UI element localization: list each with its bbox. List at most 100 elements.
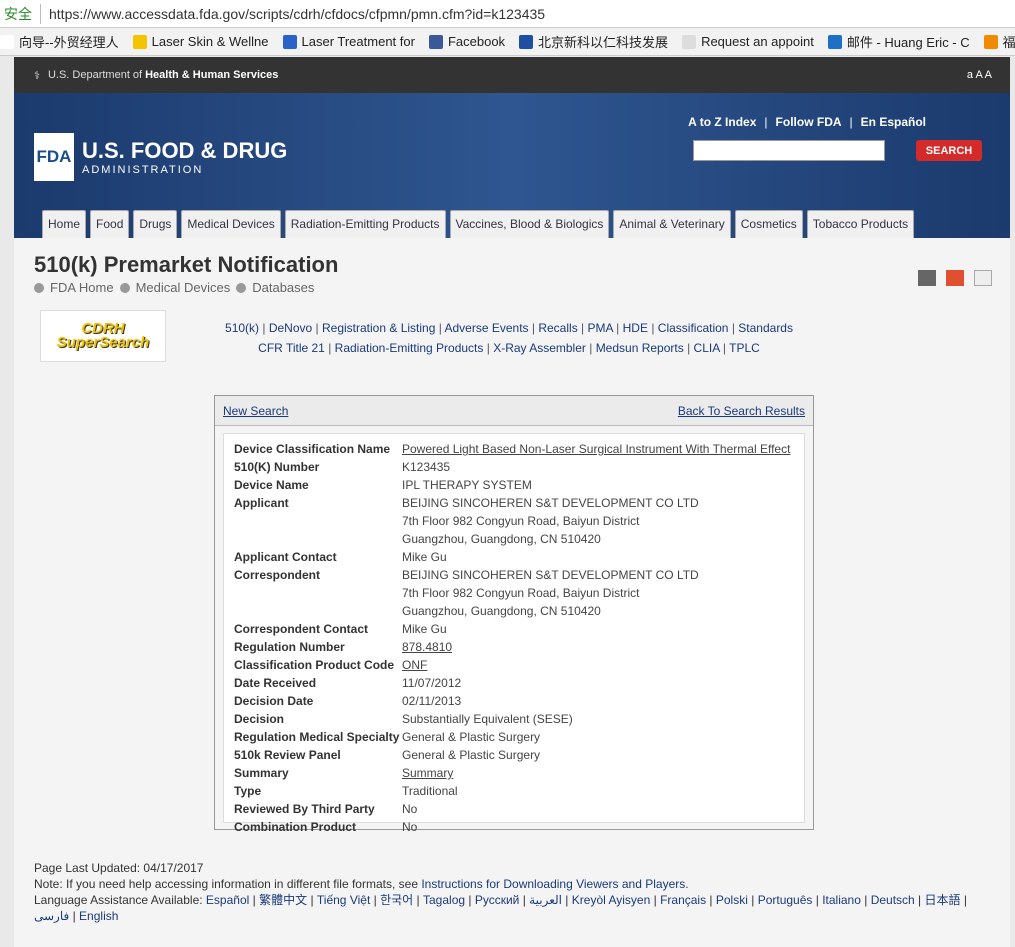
en-espanol-link[interactable]: En Español: [861, 115, 926, 129]
database-link[interactable]: Radiation-Emitting Products: [335, 341, 484, 355]
field-value[interactable]: 878.4810: [402, 638, 452, 656]
database-link[interactable]: Adverse Events: [445, 321, 529, 335]
nav-tab[interactable]: Radiation-Emitting Products: [284, 210, 446, 238]
cdrh-supersearch-logo[interactable]: CDRH SuperSearch: [40, 310, 166, 362]
breadcrumb-link[interactable]: Databases: [252, 280, 314, 295]
nav-tab[interactable]: Cosmetics: [734, 210, 803, 238]
bookmark[interactable]: Facebook: [428, 34, 505, 49]
footer-note: Note: If you need help accessing informa…: [34, 877, 418, 891]
print-icon[interactable]: [918, 270, 936, 286]
logo-title: U.S. FOOD & DRUG: [82, 138, 288, 163]
field-value[interactable]: ONF: [402, 656, 427, 674]
fda-logo[interactable]: FDA U.S. FOOD & DRUG ADMINISTRATION: [34, 133, 287, 181]
address-bar[interactable]: 安全 https://www.accessdata.fda.gov/scripts…: [0, 0, 1015, 28]
follow-fda-link[interactable]: Follow FDA: [776, 115, 842, 129]
hhs-name[interactable]: Health & Human Services: [145, 69, 278, 81]
record-row: Correspondent Contact Mike Gu: [234, 620, 794, 638]
field-value[interactable]: Powered Light Based Non-Laser Surgical I…: [402, 440, 790, 458]
field-label: Device Classification Name: [234, 442, 391, 456]
language-link[interactable]: Tagalog: [423, 893, 465, 907]
nav-tab[interactable]: Tobacco Products: [806, 210, 915, 238]
database-link[interactable]: HDE: [623, 321, 648, 335]
language-link[interactable]: 日本語: [925, 893, 961, 907]
search-button[interactable]: SEARCH: [916, 140, 982, 161]
database-link[interactable]: Classification: [658, 321, 729, 335]
bookmark[interactable]: 邮件 - Huang Eric - C: [827, 32, 970, 51]
field-value[interactable]: Summary: [402, 764, 453, 782]
field-label: Reviewed By Third Party: [234, 802, 375, 816]
language-link[interactable]: Português: [758, 893, 813, 907]
text-size-controls[interactable]: a A A: [967, 69, 992, 81]
breadcrumb: FDA Home Medical Devices Databases: [34, 280, 314, 295]
language-link[interactable]: Italiano: [822, 893, 861, 907]
database-link[interactable]: CFR Title 21: [258, 341, 325, 355]
record-details: Device Classification Name Powered Light …: [223, 433, 805, 834]
language-link[interactable]: Русский: [475, 893, 520, 907]
field-value: General & Plastic Surgery: [402, 748, 541, 762]
language-link[interactable]: 繁體中文: [259, 893, 307, 907]
bookmark[interactable]: 向导--外贸经理人: [0, 32, 119, 51]
share-plus-icon[interactable]: [946, 270, 964, 286]
nav-tab[interactable]: Animal & Veterinary: [613, 210, 731, 238]
url-text[interactable]: https://www.accessdata.fda.gov/scripts/c…: [49, 6, 545, 22]
a-to-z-link[interactable]: A to Z Index: [688, 115, 756, 129]
database-link[interactable]: TPLC: [729, 341, 760, 355]
database-link[interactable]: DeNovo: [269, 321, 312, 335]
record-row: Summary Summary: [234, 764, 794, 782]
nav-tab[interactable]: Home: [42, 210, 87, 238]
nav-tab[interactable]: Medical Devices: [181, 210, 281, 238]
instructions-link[interactable]: Instructions for Downloading Viewers and…: [421, 877, 688, 891]
language-link[interactable]: فارسی: [34, 909, 69, 923]
hhs-prefix[interactable]: U.S. Department of: [48, 69, 142, 81]
bookmark[interactable]: 北京新科以仁科技发展: [519, 32, 668, 51]
breadcrumb-bullet-icon: [236, 283, 247, 293]
language-link[interactable]: Deutsch: [871, 893, 915, 907]
database-link[interactable]: 510(k): [225, 321, 259, 335]
language-link[interactable]: Kreyòl Ayisyen: [572, 893, 651, 907]
language-link[interactable]: Tiếng Việt: [317, 893, 370, 907]
breadcrumb-link[interactable]: Medical Devices: [136, 280, 231, 295]
bookmark-icon: [983, 34, 998, 49]
field-value: Mike Gu: [402, 622, 447, 636]
new-search-link[interactable]: New Search: [223, 404, 288, 418]
database-link[interactable]: Standards: [738, 321, 793, 335]
footer: Page Last Updated: 04/17/2017 Note: If y…: [34, 860, 984, 924]
database-link[interactable]: PMA: [588, 321, 613, 335]
nav-tab[interactable]: Drugs: [133, 210, 178, 238]
bookmark[interactable]: Request an appoint: [682, 34, 814, 49]
database-link[interactable]: Medsun Reports: [596, 341, 684, 355]
language-link[interactable]: Français: [660, 893, 706, 907]
nav-tab[interactable]: Vaccines, Blood & Biologics: [449, 210, 610, 238]
bookmark[interactable]: 福步外贸论: [983, 32, 1015, 51]
record-row: 510(K) Number K123435: [234, 458, 794, 476]
record-row: Regulation Medical Specialty General & Pl…: [234, 728, 794, 746]
language-link[interactable]: 한국어: [380, 893, 413, 907]
back-to-results-link[interactable]: Back To Search Results: [678, 404, 805, 418]
search-input[interactable]: [693, 140, 885, 161]
database-link[interactable]: CLIA: [694, 341, 720, 355]
logo-subtitle: ADMINISTRATION: [82, 164, 204, 176]
email-icon[interactable]: [974, 270, 992, 286]
bookmark-icon: [682, 34, 697, 49]
record-row: Applicant Contact Mike Gu: [234, 548, 794, 566]
record-row: Decision Substantially Equivalent (SESE): [234, 710, 794, 728]
field-value: BEIJING SINCOHEREN S&T DEVELOPMENT CO LT…: [402, 568, 699, 618]
language-link[interactable]: Polski: [716, 893, 748, 907]
database-link[interactable]: X-Ray Assembler: [493, 341, 586, 355]
database-link[interactable]: Recalls: [538, 321, 577, 335]
database-link[interactable]: Registration & Listing: [322, 321, 435, 335]
nav-tab[interactable]: Food: [90, 210, 130, 238]
language-link[interactable]: العربية: [529, 893, 562, 907]
database-links: 510(k) | DeNovo | Registration & Listing…: [225, 321, 793, 355]
page-title: 510(k) Premarket Notification: [34, 252, 339, 277]
field-label: Summary: [234, 766, 289, 780]
bookmark[interactable]: Laser Treatment for: [282, 34, 415, 49]
language-link[interactable]: English: [79, 909, 118, 923]
field-value: No: [402, 820, 418, 834]
breadcrumb-link[interactable]: FDA Home: [50, 280, 114, 295]
record-row: Date Received 11/07/2012: [234, 674, 794, 692]
language-link[interactable]: Español: [206, 893, 249, 907]
page-tools: [918, 270, 992, 286]
bookmark[interactable]: Laser Skin & Wellne: [132, 34, 269, 49]
hhs-bar: ⚕ U.S. Department of Health & Human Servic…: [14, 57, 1010, 93]
